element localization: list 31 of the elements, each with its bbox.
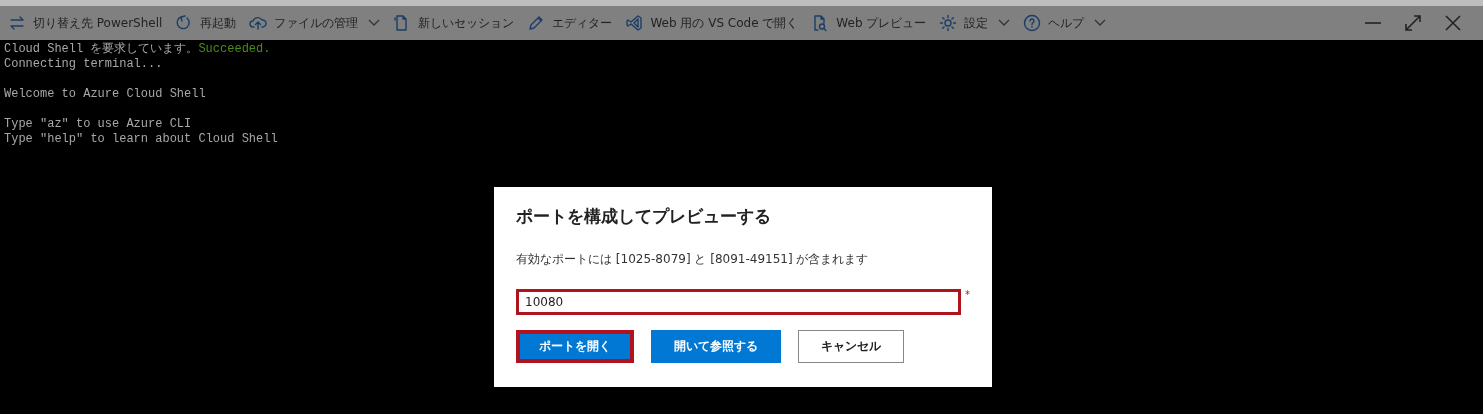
chevron-down-icon bbox=[368, 19, 381, 27]
toolbar-button[interactable]: Web 用の VS Code で開く bbox=[625, 14, 799, 32]
toolbar-button[interactable]: ヘルプ bbox=[1023, 14, 1107, 32]
dialog-button[interactable]: ポートを開く bbox=[516, 330, 634, 363]
dialog-button[interactable]: 開いて参照する bbox=[651, 330, 781, 363]
port-input-field[interactable]: 10080 bbox=[516, 289, 961, 315]
cloud-upload-icon bbox=[249, 14, 268, 32]
close-icon[interactable] bbox=[1443, 13, 1463, 33]
chevron-down-icon bbox=[998, 19, 1011, 27]
toolbar-button[interactable]: 再起動 bbox=[175, 14, 237, 32]
toolbar-button[interactable]: ファイルの管理 bbox=[249, 14, 381, 32]
switch-icon bbox=[8, 14, 26, 32]
toolbar-button[interactable]: 新しいセッション bbox=[393, 14, 515, 32]
terminal-line: Cloud Shell を要求しています。Succeeded. bbox=[4, 42, 272, 57]
dialog-title: ポートを構成してプレビューする bbox=[516, 205, 772, 228]
maximize-icon[interactable] bbox=[1403, 13, 1423, 33]
vscode-icon bbox=[625, 14, 644, 32]
dialog-button[interactable]: キャンセル bbox=[798, 330, 904, 363]
toolbar-button[interactable]: Web プレビュー bbox=[811, 14, 927, 32]
toolbar-button[interactable]: 切り替え先 PowerShell bbox=[8, 14, 163, 32]
help-icon bbox=[1023, 14, 1042, 32]
required-mark: * bbox=[965, 289, 970, 300]
terminal-line: Type "az" to use Azure CLI bbox=[4, 117, 193, 132]
chevron-down-icon bbox=[1094, 19, 1107, 27]
dialog-description: 有効なポートには [1025-8079] と [8091-49151] が含まれます bbox=[516, 251, 870, 268]
terminal-line: Connecting terminal... bbox=[4, 57, 164, 72]
terminal-line: Welcome to Azure Cloud Shell bbox=[4, 87, 207, 102]
document-search-icon bbox=[811, 14, 830, 32]
toolbar-button[interactable]: エディター bbox=[527, 14, 613, 32]
terminal-line: Type "help" to learn about Cloud Shell bbox=[4, 132, 279, 147]
toolbar-button[interactable]: 設定 bbox=[939, 14, 1011, 32]
